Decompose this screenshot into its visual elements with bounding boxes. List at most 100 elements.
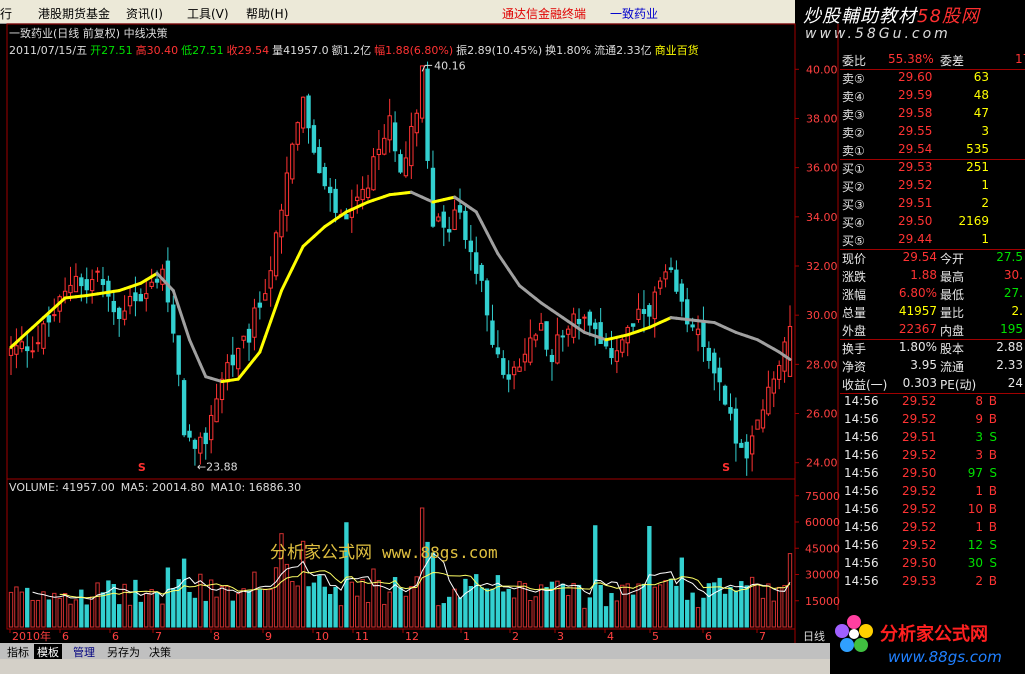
bid-price: 29.44 [898,232,933,246]
ask-row: 卖② 29.55 3 [840,124,1025,141]
tab-manage[interactable]: 管理 [70,644,98,660]
stat-label: 涨跌 [842,270,867,284]
volume-bar [144,592,149,628]
tick-volume: 30 [967,556,983,570]
ma-line-segment [171,289,181,309]
ohlc-field: 振2.89(10.45%) [456,44,543,57]
tick-row: 14:56 29.50 30 S [840,556,1025,573]
volume-bar [127,604,133,628]
volume-bar [685,599,690,628]
tick-row: 14:56 29.52 3 B [840,448,1025,465]
candle-body [674,269,679,292]
date-tick-label: 1 [463,630,470,643]
fundamental-row: 换手 1.80% 股本 2.88 [840,340,1025,357]
volume-bar [776,586,782,628]
volume-bar [219,586,225,628]
candle-body [273,232,279,277]
volume-bar [419,507,425,628]
candle-body [706,347,712,361]
candle-body [484,280,490,316]
tick-price: 29.52 [902,520,937,534]
tick-row: 14:56 29.52 1 B [840,520,1025,537]
volume-bar [46,599,52,628]
candle-body [176,335,181,375]
candle-body [712,352,717,374]
candle-body [457,205,463,213]
fund-label: 股本 [940,342,965,356]
candle-body [236,347,241,370]
candle-body [501,358,506,375]
tab-decision[interactable]: 决策 [146,644,174,660]
bid-row: 买④ 29.50 2169 [840,214,1025,231]
ask-volume: 48 [973,88,989,102]
candle-body [733,408,739,444]
candle-body [582,316,587,319]
volume-bar [273,567,279,628]
candle-body [419,65,425,119]
stat-row: 外盘 22367 内盘 195 [840,322,1025,339]
candle-body [776,365,782,380]
candle-body [144,293,149,299]
volume-bar [133,579,138,628]
volume-bar [165,567,171,628]
volume-bar [566,595,571,628]
bid-level-label: 买③ [842,198,865,212]
date-tick-label: 6 [112,630,119,643]
tick-side: S [989,538,997,552]
brand-bottom-url: www.88gs.com [888,648,1002,666]
fund-label: 流通 [940,360,965,374]
brand-bottom-name: 分析家公式网 [880,624,988,645]
candle-body [181,380,187,436]
tick-side: B [988,502,997,516]
tick-price: 29.52 [902,412,937,426]
volume-bar [89,596,95,628]
ratio-row: 委比 55.38% 委差 17 [840,52,1025,69]
tab-save-as[interactable]: 另存为 [104,644,143,660]
ask-volume: 63 [973,70,989,84]
candle-body [517,366,522,372]
volume-bar [755,583,760,628]
volume-bar [41,591,46,628]
volume-tick-label: 75000 [805,490,840,503]
candle-body [89,279,95,292]
tick-side: B [988,520,997,534]
volume-bar [501,591,506,628]
candle-body [414,112,419,134]
volume-bar [355,595,360,628]
volume-bar [657,584,663,628]
stat-value: 195 [1000,322,1023,336]
tick-row: 14:56 29.52 1 B [840,484,1025,501]
volume-bar [225,585,230,628]
candle-body [560,335,565,338]
volume-bar [171,588,176,628]
volume-bar [787,553,793,628]
status-bar [0,659,830,674]
candle-body [663,271,668,280]
volume-bar [517,581,522,628]
tick-side: B [988,448,997,462]
volume-bar [403,595,409,628]
candle-body [268,270,273,289]
volume-bar [706,583,712,628]
tick-side: S [989,466,997,480]
volume-bar [668,578,674,628]
tick-price: 29.52 [902,484,937,498]
date-tick-label: 12 [405,630,419,643]
stat-label: 外盘 [842,324,867,338]
candle-body [766,386,771,415]
tab-template[interactable]: 模板 [34,644,62,660]
candle-body [398,154,403,173]
candle-body [728,407,733,414]
date-tick-label: 日线 [803,629,825,643]
volume-bar [382,603,387,628]
date-tick-label: 10 [315,630,329,643]
candle-body [257,302,263,308]
watermark-text: 分析家公式网 [270,543,372,563]
ma-line-segment [485,231,494,245]
price-tick-label: 38.00 [806,112,838,125]
ask-volume: 47 [973,106,989,120]
stat-row: 现价 29.54 今开 27.5 [840,250,1025,267]
date-tick-label: 11 [355,630,369,643]
tab-indicator[interactable]: 指标 [4,644,32,660]
volume-bar [679,557,684,628]
